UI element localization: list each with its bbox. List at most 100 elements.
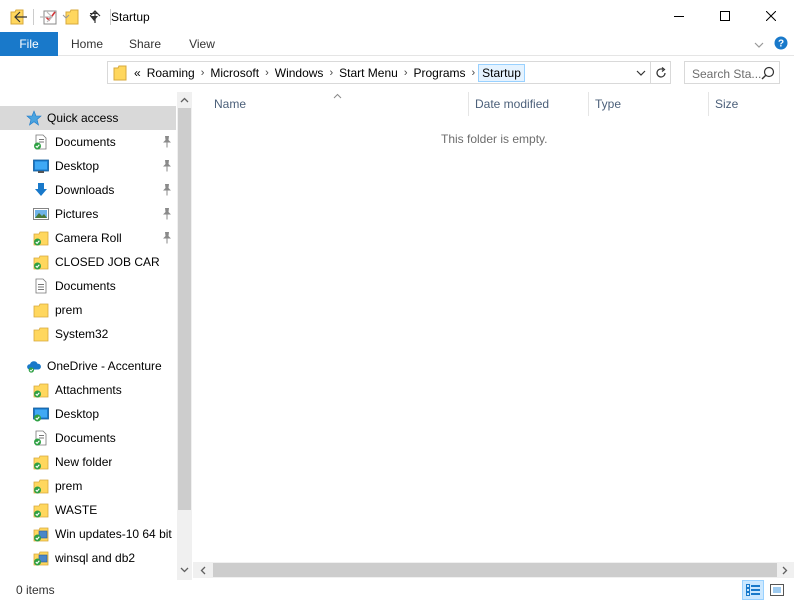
column-header-type[interactable]: Type (595, 92, 705, 116)
sidebar-item-waste[interactable]: WASTE (0, 498, 176, 522)
sidebar-item-label: Pictures (55, 207, 99, 221)
close-icon (766, 11, 776, 21)
column-header-size[interactable]: Size (715, 92, 785, 116)
help-button[interactable]: ? (774, 36, 788, 53)
chevron-down-icon (754, 42, 764, 48)
folder-synced-icon (33, 502, 49, 518)
tab-share[interactable]: Share (118, 32, 172, 56)
sidebar-item-desktop[interactable]: Desktop (0, 154, 176, 178)
sidebar-item-label: prem (55, 303, 83, 317)
sidebar-item-system32[interactable]: System32 (0, 322, 176, 346)
desktop-synced-icon (33, 406, 49, 422)
sidebar-item-label: Documents (55, 135, 116, 149)
tab-home[interactable]: Home (60, 32, 114, 56)
scroll-up-button[interactable] (177, 92, 192, 108)
pin-icon[interactable] (161, 231, 173, 245)
downloads-icon (33, 182, 49, 198)
sidebar-item-win-updates-10-64-bit-m[interactable]: Win updates-10 64 bit M (0, 522, 176, 546)
breadcrumb-windows[interactable]: Windows (272, 66, 327, 80)
large-icons-view-button[interactable] (766, 580, 788, 600)
breadcrumb-microsoft[interactable]: Microsoft (207, 66, 262, 80)
scroll-left-button[interactable] (195, 562, 211, 578)
sidebar-item-winsql-and-db2[interactable]: winsql and db2 (0, 546, 176, 570)
search-input[interactable]: Search Sta... (684, 61, 780, 84)
sidebar-item-label: Desktop (55, 159, 100, 173)
maximize-button[interactable] (702, 0, 748, 32)
breadcrumb-start-menu[interactable]: Start Menu (336, 66, 401, 80)
chevron-right-icon[interactable]: › (262, 67, 272, 79)
recent-locations-button[interactable] (60, 8, 72, 26)
tab-view[interactable]: View (176, 32, 228, 56)
arrow-up-icon (89, 10, 101, 23)
sidebar-item-desktop[interactable]: Desktop (0, 402, 176, 426)
file-list-area[interactable] (193, 92, 794, 562)
breadcrumb-roaming[interactable]: Roaming (144, 66, 198, 80)
breadcrumb-startup[interactable]: Startup (478, 63, 525, 82)
column-header-name[interactable]: Name (214, 92, 464, 116)
sidebar-item-documents[interactable]: Documents (0, 130, 176, 154)
up-button[interactable] (85, 8, 105, 26)
details-view-button[interactable] (742, 580, 764, 600)
nav-label: OneDrive - Accenture (47, 359, 162, 373)
tab-file[interactable]: File (0, 32, 58, 56)
sidebar-item-new-folder[interactable]: New folder (0, 450, 176, 474)
folder-synced-icon (33, 230, 49, 246)
scrollbar-thumb[interactable] (178, 108, 191, 510)
chevron-right-icon[interactable]: › (326, 67, 336, 79)
sidebar-item-attachments[interactable]: Attachments (0, 378, 176, 402)
help-icon: ? (774, 36, 788, 50)
sidebar-item-closed-job-card[interactable]: CLOSED JOB CARD (0, 250, 176, 274)
forward-button[interactable] (36, 8, 56, 26)
breadcrumb-overflow[interactable]: « (131, 66, 144, 80)
scrollbar-thumb[interactable] (213, 563, 777, 577)
sidebar-item-prem[interactable]: prem (0, 474, 176, 498)
column-divider[interactable] (708, 92, 709, 116)
nav-label: Quick access (47, 111, 119, 125)
address-history-button[interactable] (636, 66, 646, 80)
close-button[interactable] (748, 0, 794, 32)
scroll-down-button[interactable] (177, 562, 192, 578)
back-button[interactable] (11, 8, 31, 26)
chevron-down-icon (180, 567, 189, 573)
sidebar-item-prem[interactable]: prem (0, 298, 176, 322)
chevron-down-icon (62, 14, 70, 19)
scroll-right-button[interactable] (777, 562, 793, 578)
pin-icon[interactable] (161, 135, 173, 149)
pin-icon[interactable] (161, 183, 173, 197)
column-header-date-modified[interactable]: Date modified (475, 92, 585, 116)
folder-icon (33, 302, 49, 318)
minimize-button[interactable] (656, 0, 702, 32)
sidebar-item-documents[interactable]: Documents (0, 426, 176, 450)
svg-text:?: ? (778, 39, 784, 50)
details-view-icon (746, 584, 760, 596)
sidebar-item-camera-roll[interactable]: Camera Roll (0, 226, 176, 250)
pin-icon[interactable] (161, 159, 173, 173)
nav-quick-access[interactable]: Quick access (0, 106, 176, 130)
ribbon-right-controls: ? (754, 36, 788, 53)
pin-icon[interactable] (161, 207, 173, 221)
folder-synced-icon (33, 478, 49, 494)
expand-ribbon-button[interactable] (754, 38, 764, 52)
address-bar[interactable]: « Roaming › Microsoft › Windows › Start … (107, 61, 651, 84)
sidebar-item-downloads[interactable]: Downloads (0, 178, 176, 202)
refresh-button[interactable] (651, 61, 671, 84)
search-icon[interactable] (761, 66, 775, 83)
documents-synced-icon (33, 430, 49, 446)
status-bar: 0 items (0, 580, 794, 601)
nav-onedrive[interactable]: OneDrive - Accenture (0, 354, 176, 378)
arrow-right-icon (40, 11, 53, 23)
empty-folder-message: This folder is empty. (441, 132, 548, 146)
chevron-right-icon[interactable]: › (469, 67, 479, 79)
sidebar-item-label: Documents (55, 431, 116, 445)
sidebar-item-pictures[interactable]: Pictures (0, 202, 176, 226)
column-divider[interactable] (468, 92, 469, 116)
breadcrumb: « Roaming › Microsoft › Windows › Start … (108, 62, 525, 83)
sidebar-item-label: Attachments (55, 383, 122, 397)
column-divider[interactable] (588, 92, 589, 116)
sidebar-item-documents[interactable]: Documents (0, 274, 176, 298)
sidebar-item-label: Desktop (55, 407, 100, 421)
chevron-right-icon[interactable]: › (401, 67, 411, 79)
chevron-right-icon[interactable]: › (198, 67, 208, 79)
chevron-down-icon (636, 70, 646, 76)
breadcrumb-programs[interactable]: Programs (410, 66, 468, 80)
